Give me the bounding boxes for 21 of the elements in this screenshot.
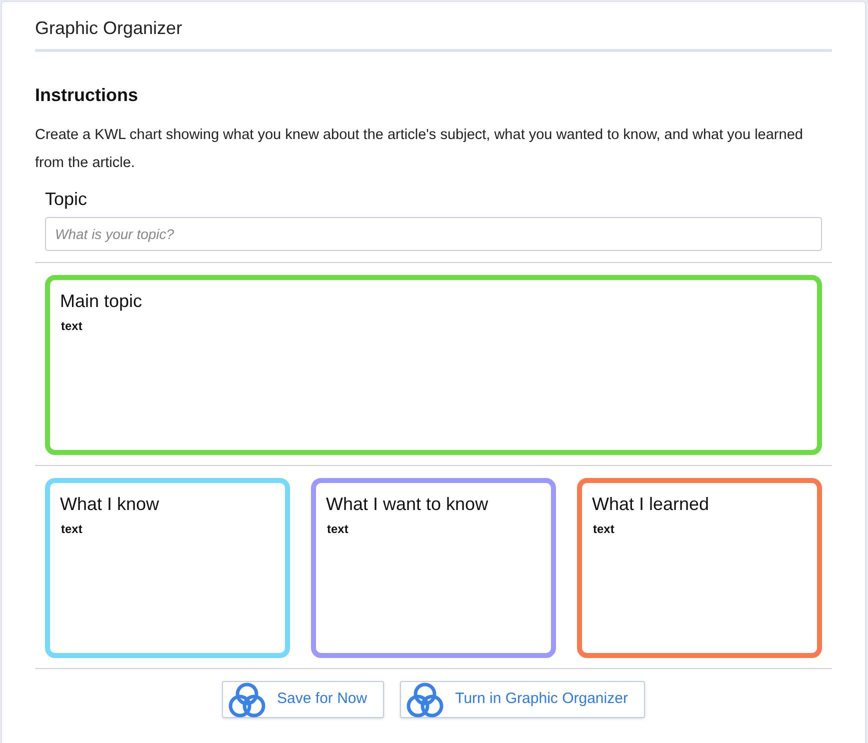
box-title: What I want to know [326,493,490,516]
box-text: text [327,521,350,538]
overlapping-circles-icon [227,682,268,718]
text-box[interactable]: What I want to know text [311,478,556,658]
box-text: text [61,318,84,335]
instructions-text: Create a KWL chart showing what you knew about the article's subject, what you wanted to know, and what you learned from the article. [35,126,804,173]
instructions-heading: Instructions [35,84,140,107]
topic-field[interactable]: What is your topic? [45,217,822,251]
panel-title: Graphic Organizer [35,2,832,52]
action-button[interactable]: Save for Now [222,681,384,718]
box-text: text [61,521,84,538]
topic-label: Topic [45,188,88,211]
box-title: What I learned [592,493,710,516]
box-title: Main topic [60,290,144,313]
action-button[interactable]: Turn in Graphic Organizer [400,681,645,718]
text-box[interactable]: What I learned text [577,478,822,658]
box-title: What I know [60,493,160,516]
overlapping-circles-icon [405,682,446,718]
box-text: text [593,521,616,538]
text-box[interactable]: Main topic text [45,275,822,455]
text-box[interactable]: What I know text [45,478,290,658]
